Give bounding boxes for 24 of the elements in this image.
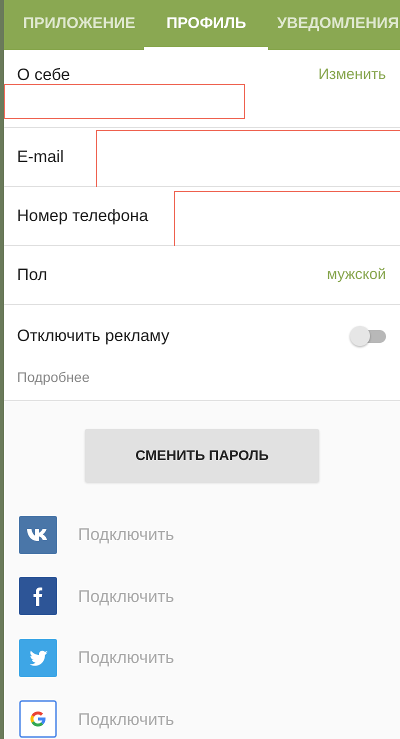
tab[interactable]: ПРИЛОЖЕНИЕ [14,0,144,50]
gender-value[interactable]: мужской [326,264,386,286]
settings-row[interactable]: E-mail [4,128,400,187]
row-label: E-mail [17,146,64,168]
tab[interactable]: УВЕДОМЛЕНИЯ [268,0,400,50]
connect-link[interactable]: Подключить [78,706,174,732]
row-label: Пол [17,264,48,286]
settings-row[interactable]: Номер телефона [4,187,400,246]
connect-link[interactable]: Подключить [78,584,174,609]
toggle-switch[interactable] [350,326,386,346]
connect-link[interactable]: Подключить [78,522,174,548]
connect-link[interactable]: Подключить [78,645,174,670]
edit-link[interactable]: Изменить [318,64,386,87]
settings-row[interactable]: О себе Изменить [4,50,400,128]
change-password-button[interactable]: СМЕНИТЬ ПАРОЛЬ [85,429,319,482]
twitter-bird-icon[interactable] [19,638,57,677]
row-label: Отключить рекламу [17,326,170,347]
settings-row[interactable]: Пол мужской [4,246,400,305]
vk-icon[interactable] [19,516,57,554]
google-icon[interactable] [19,700,57,738]
row-label: Номер телефона [17,206,148,227]
facebook-icon[interactable] [19,577,57,616]
row-label: О себе [17,65,70,86]
more-link[interactable]: Подробнее [17,366,90,388]
